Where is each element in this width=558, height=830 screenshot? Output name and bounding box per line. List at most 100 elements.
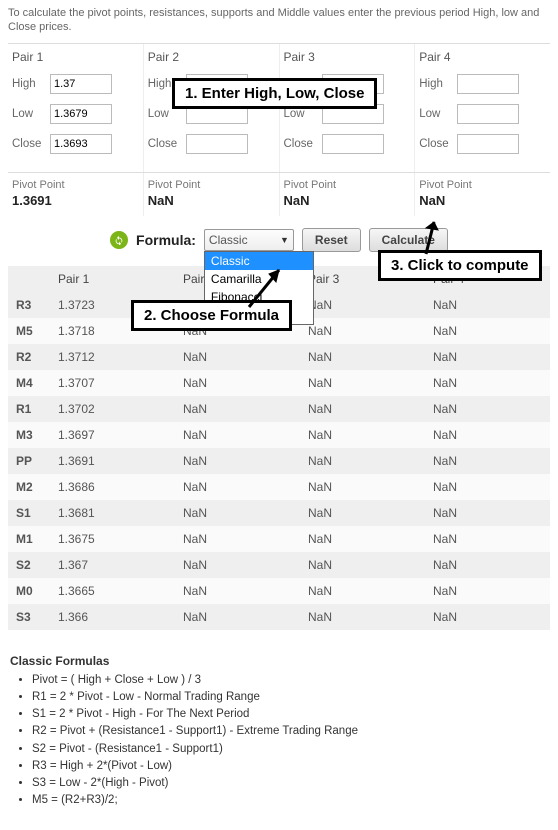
formula-select[interactable]: Classic ▼ bbox=[204, 229, 294, 251]
table-cell: NaN bbox=[425, 370, 550, 396]
pair-3-high-input[interactable] bbox=[322, 74, 384, 94]
pair-3-title: Pair 3 bbox=[284, 50, 411, 64]
close-label: Close bbox=[284, 138, 322, 150]
pair-3-close-input[interactable] bbox=[322, 134, 384, 154]
pair-4-title: Pair 4 bbox=[419, 50, 546, 64]
row-label: R1 bbox=[8, 396, 50, 422]
table-cell: NaN bbox=[425, 448, 550, 474]
table-cell: NaN bbox=[300, 448, 425, 474]
table-row: R11.3702NaNNaNNaN bbox=[8, 396, 550, 422]
table-cell: 1.367 bbox=[50, 552, 175, 578]
pivot-points-row: Pivot Point1.3691 Pivot PointNaN Pivot P… bbox=[8, 172, 550, 216]
pair-2-high-input[interactable] bbox=[186, 74, 248, 94]
formulas-title: Classic Formulas bbox=[10, 654, 550, 668]
pair-2-close-input[interactable] bbox=[186, 134, 248, 154]
formula-item: Pivot = ( High + Close + Low ) / 3 bbox=[32, 672, 550, 689]
table-row: R21.3712NaNNaNNaN bbox=[8, 344, 550, 370]
low-label: Low bbox=[12, 108, 50, 120]
table-cell: NaN bbox=[175, 396, 300, 422]
formula-select-value: Classic bbox=[209, 233, 248, 247]
table-cell: NaN bbox=[300, 344, 425, 370]
table-header-pair1: Pair 1 bbox=[50, 266, 175, 292]
low-label: Low bbox=[419, 108, 457, 120]
table-cell: NaN bbox=[175, 474, 300, 500]
table-row: M01.3665NaNNaNNaN bbox=[8, 578, 550, 604]
formula-item: M5 = (R2+R3)/2; bbox=[32, 792, 550, 809]
formula-item: S1 = 2 * Pivot - High - For The Next Per… bbox=[32, 706, 550, 723]
table-row: M31.3697NaNNaNNaN bbox=[8, 422, 550, 448]
calculate-button[interactable]: Calculate bbox=[369, 228, 448, 252]
row-label: R2 bbox=[8, 344, 50, 370]
pivot-label: Pivot Point bbox=[148, 179, 275, 191]
table-row: S31.366NaNNaNNaN bbox=[8, 604, 550, 630]
table-cell: 1.3681 bbox=[50, 500, 175, 526]
formula-option-woodie[interactable]: Woodie bbox=[205, 306, 313, 324]
close-label: Close bbox=[419, 138, 457, 150]
row-label: M2 bbox=[8, 474, 50, 500]
table-cell: NaN bbox=[300, 292, 425, 318]
close-label: Close bbox=[12, 138, 50, 150]
table-cell: 1.366 bbox=[50, 604, 175, 630]
high-label: High bbox=[284, 78, 322, 90]
formula-option-fibonacci[interactable]: Fibonacci bbox=[205, 288, 313, 306]
table-row: PP1.3691NaNNaNNaN bbox=[8, 448, 550, 474]
table-row: S21.367NaNNaNNaN bbox=[8, 552, 550, 578]
table-row: M21.3686NaNNaNNaN bbox=[8, 474, 550, 500]
row-label: S2 bbox=[8, 552, 50, 578]
pair-4-close-input[interactable] bbox=[457, 134, 519, 154]
pair-4-high-input[interactable] bbox=[457, 74, 519, 94]
table-cell: NaN bbox=[175, 552, 300, 578]
reset-button[interactable]: Reset bbox=[302, 228, 361, 252]
row-label: PP bbox=[8, 448, 50, 474]
input-pairs-row: Pair 1 High Low Close Pair 2 High Low Cl… bbox=[8, 43, 550, 172]
table-cell: NaN bbox=[175, 500, 300, 526]
pair-3-low-input[interactable] bbox=[322, 104, 384, 124]
pair-1-high-input[interactable] bbox=[50, 74, 112, 94]
formula-option-classic[interactable]: Classic bbox=[205, 252, 313, 270]
pair-3-pivot-value: NaN bbox=[284, 193, 411, 208]
table-cell: NaN bbox=[300, 500, 425, 526]
table-cell: NaN bbox=[175, 578, 300, 604]
table-cell: NaN bbox=[175, 526, 300, 552]
pair-1-title: Pair 1 bbox=[12, 50, 139, 64]
refresh-icon bbox=[110, 231, 128, 249]
table-cell: NaN bbox=[425, 500, 550, 526]
table-cell: NaN bbox=[175, 344, 300, 370]
formula-option-camarilla[interactable]: Camarilla bbox=[205, 270, 313, 288]
table-cell: NaN bbox=[425, 604, 550, 630]
high-label: High bbox=[12, 78, 50, 90]
table-row: S11.3681NaNNaNNaN bbox=[8, 500, 550, 526]
table-cell: NaN bbox=[300, 318, 425, 344]
pair-2-col: Pair 2 High Low Close bbox=[144, 44, 280, 172]
table-header-pair3: Pair 3 bbox=[300, 266, 425, 292]
formula-label: Formula: bbox=[136, 232, 196, 248]
row-label: S1 bbox=[8, 500, 50, 526]
formula-dropdown-list: Classic Camarilla Fibonacci Woodie bbox=[204, 251, 314, 325]
pair-1-col: Pair 1 High Low Close bbox=[8, 44, 144, 172]
row-label: S3 bbox=[8, 604, 50, 630]
table-cell: NaN bbox=[175, 370, 300, 396]
close-label: Close bbox=[148, 138, 186, 150]
table-cell: NaN bbox=[425, 552, 550, 578]
pair-1-pivot-value: 1.3691 bbox=[12, 193, 139, 208]
table-cell: NaN bbox=[300, 552, 425, 578]
chevron-down-icon: ▼ bbox=[280, 235, 289, 245]
pair-2-low-input[interactable] bbox=[186, 104, 248, 124]
row-label: M1 bbox=[8, 526, 50, 552]
formula-item: S2 = Pivot - (Resistance1 - Support1) bbox=[32, 741, 550, 758]
row-label: R3 bbox=[8, 292, 50, 318]
pivot-label: Pivot Point bbox=[12, 179, 139, 191]
pair-1-low-input[interactable] bbox=[50, 104, 112, 124]
low-label: Low bbox=[284, 108, 322, 120]
low-label: Low bbox=[148, 108, 186, 120]
table-cell: NaN bbox=[300, 422, 425, 448]
formulas-section: Classic Formulas Pivot = ( High + Close … bbox=[8, 654, 550, 810]
table-cell: NaN bbox=[175, 448, 300, 474]
pair-1-close-input[interactable] bbox=[50, 134, 112, 154]
table-cell: NaN bbox=[175, 422, 300, 448]
table-cell: NaN bbox=[425, 526, 550, 552]
table-cell: 1.3665 bbox=[50, 578, 175, 604]
table-cell: NaN bbox=[425, 344, 550, 370]
pair-4-low-input[interactable] bbox=[457, 104, 519, 124]
formula-item: R1 = 2 * Pivot - Low - Normal Trading Ra… bbox=[32, 689, 550, 706]
